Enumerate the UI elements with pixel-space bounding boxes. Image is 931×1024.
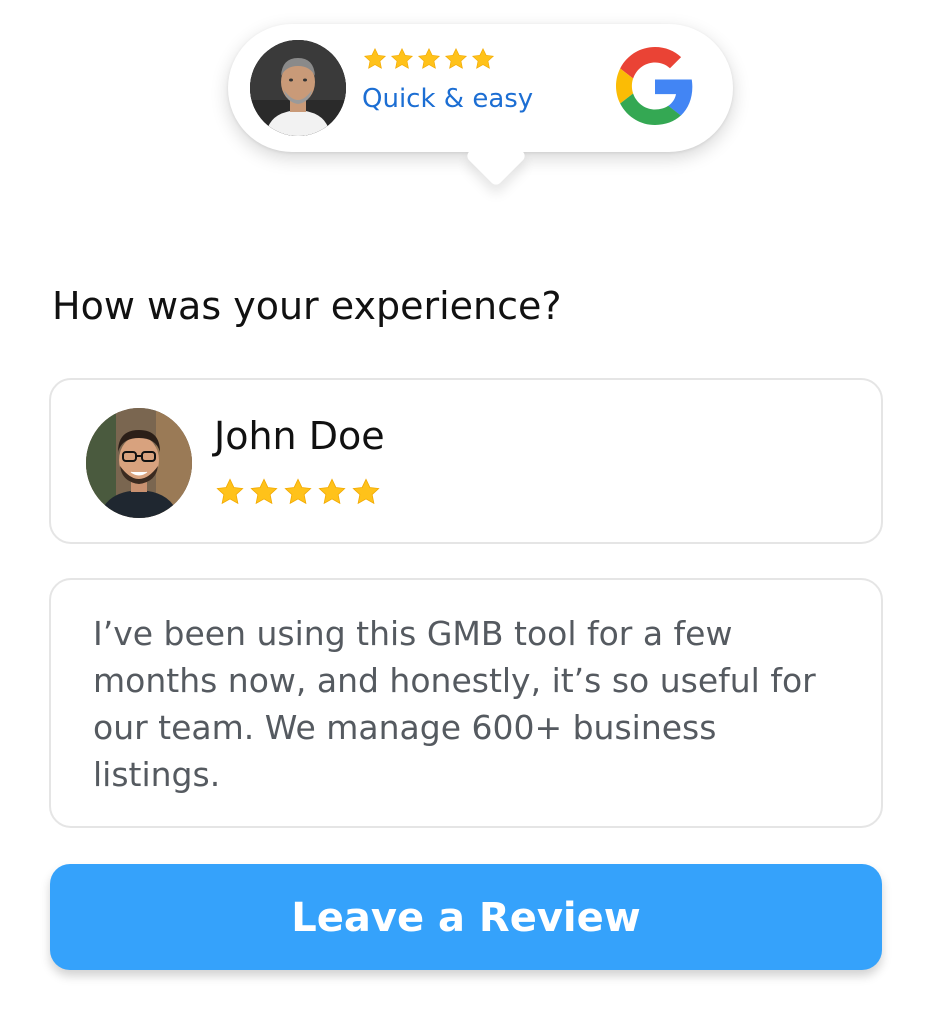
star-icon: [390, 47, 414, 69]
experience-question: How was your experience?: [52, 284, 562, 328]
reviewer-rating-stars[interactable]: [214, 476, 382, 508]
reviewer-name: John Doe: [214, 414, 385, 458]
star-icon[interactable]: [282, 476, 314, 508]
avatar: [86, 408, 192, 518]
star-icon[interactable]: [316, 476, 348, 508]
star-icon: [363, 47, 387, 69]
star-icon: [417, 47, 441, 69]
star-icon[interactable]: [214, 476, 246, 508]
badge-rating-stars: [362, 46, 496, 76]
badge-avatar: [250, 40, 346, 136]
review-widget: Quick & easy How was your experience? Jo…: [0, 0, 931, 1024]
google-g-icon: [616, 47, 693, 125]
star-icon[interactable]: [248, 476, 280, 508]
leave-review-button[interactable]: Leave a Review: [50, 864, 882, 970]
review-text[interactable]: I’ve been using this GMB tool for a few …: [93, 610, 853, 798]
star-icon: [444, 47, 468, 69]
star-icon[interactable]: [350, 476, 382, 508]
badge-tagline: Quick & easy: [362, 84, 534, 114]
star-icon: [471, 47, 495, 69]
